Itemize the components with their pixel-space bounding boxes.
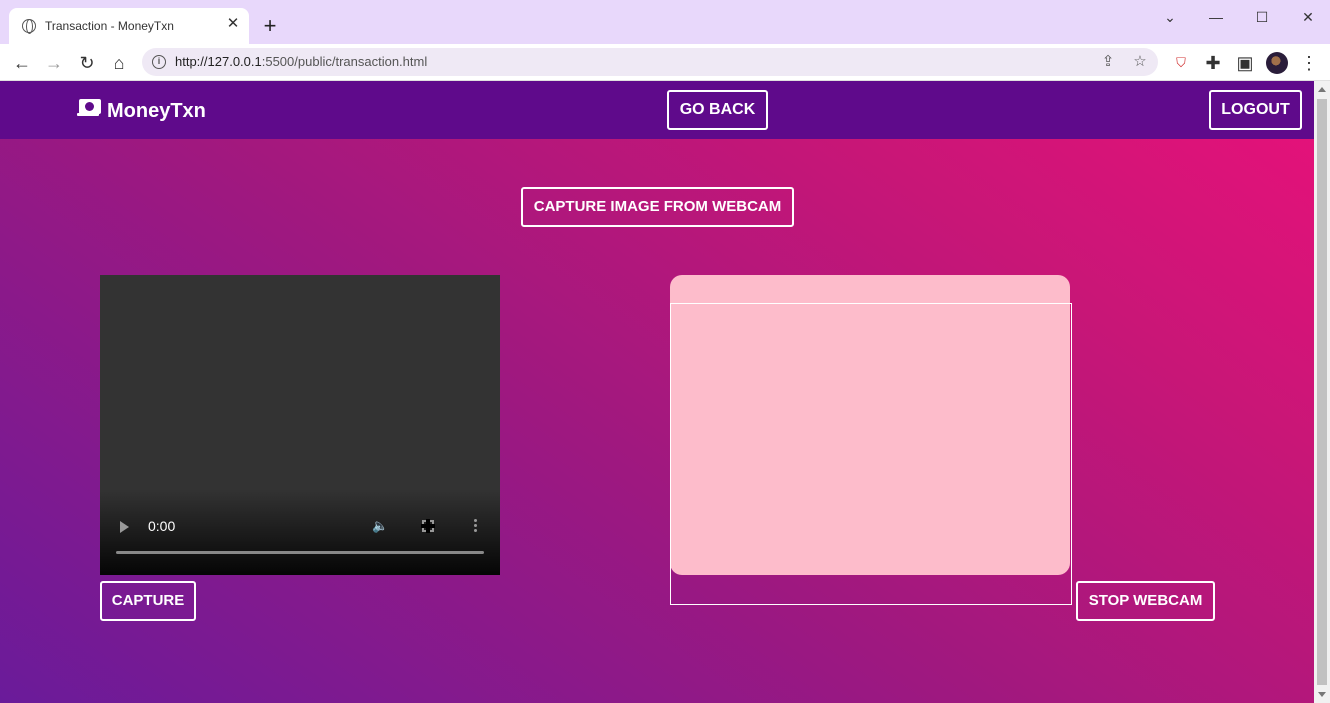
browser-menu-icon[interactable]: ⋮ xyxy=(1297,51,1321,75)
side-panel-icon[interactable]: ▣ xyxy=(1233,51,1257,75)
extension-icon[interactable]: ⛉ xyxy=(1169,51,1193,75)
page-scrollbar[interactable] xyxy=(1314,81,1330,703)
navbar: MoneyTxn GO BACK LOGOUT xyxy=(0,81,1314,139)
home-button[interactable]: ⌂ xyxy=(107,51,131,75)
logout-button[interactable]: LOGOUT xyxy=(1209,90,1302,130)
share-icon[interactable]: ⇪ xyxy=(1098,52,1118,72)
maximize-button[interactable]: ☐ xyxy=(1247,6,1277,28)
brand-name: MoneyTxn xyxy=(107,100,206,122)
stop-webcam-button[interactable]: STOP WEBCAM xyxy=(1076,581,1215,621)
video-menu-icon[interactable] xyxy=(474,519,478,533)
video-progress-bar[interactable] xyxy=(116,551,484,554)
go-back-button[interactable]: GO BACK xyxy=(667,90,768,130)
volume-icon[interactable]: 🔈 xyxy=(372,519,388,533)
tab-title: Transaction - MoneyTxn xyxy=(45,19,174,33)
play-icon[interactable] xyxy=(120,521,129,533)
capture-button[interactable]: CAPTURE xyxy=(100,581,196,621)
browser-tabstrip: Transaction - MoneyTxn ✕ + ⌄ — ☐ ✕ xyxy=(0,0,1330,44)
new-tab-button[interactable]: + xyxy=(258,15,282,39)
reload-button[interactable]: ↻ xyxy=(75,51,99,75)
close-tab-icon[interactable]: ✕ xyxy=(225,16,241,32)
forward-button[interactable]: → xyxy=(42,51,66,75)
scroll-down-icon[interactable] xyxy=(1318,692,1326,697)
money-icon xyxy=(77,99,101,116)
canvas-outline xyxy=(670,303,1072,605)
video-time: 0:00 xyxy=(148,518,176,534)
back-button[interactable]: ← xyxy=(10,51,34,75)
profile-avatar[interactable] xyxy=(1266,52,1288,74)
browser-tab[interactable]: Transaction - MoneyTxn ✕ xyxy=(9,8,249,44)
tab-search-icon[interactable]: ⌄ xyxy=(1155,6,1185,28)
extensions-puzzle-icon[interactable]: ✚ xyxy=(1201,51,1225,75)
site-info-icon[interactable]: i xyxy=(152,55,166,69)
capture-from-webcam-button[interactable]: CAPTURE IMAGE FROM WEBCAM xyxy=(521,187,794,227)
webcam-video[interactable]: 0:00 🔈 xyxy=(100,275,500,575)
scroll-up-icon[interactable] xyxy=(1318,87,1326,92)
url-text: http://127.0.0.1:5500/public/transaction… xyxy=(175,54,428,69)
globe-icon xyxy=(22,19,36,34)
minimize-button[interactable]: — xyxy=(1201,6,1231,28)
scrollbar-thumb[interactable] xyxy=(1317,99,1327,685)
browser-toolbar: ← → ↻ ⌂ i http://127.0.0.1:5500/public/t… xyxy=(0,44,1330,81)
page-viewport: MoneyTxn GO BACK LOGOUT CAPTURE IMAGE FR… xyxy=(0,81,1314,703)
close-window-button[interactable]: ✕ xyxy=(1293,6,1323,28)
bookmark-star-icon[interactable]: ☆ xyxy=(1130,52,1150,72)
address-bar[interactable]: i http://127.0.0.1:5500/public/transacti… xyxy=(142,48,1158,76)
fullscreen-icon[interactable] xyxy=(421,519,435,533)
